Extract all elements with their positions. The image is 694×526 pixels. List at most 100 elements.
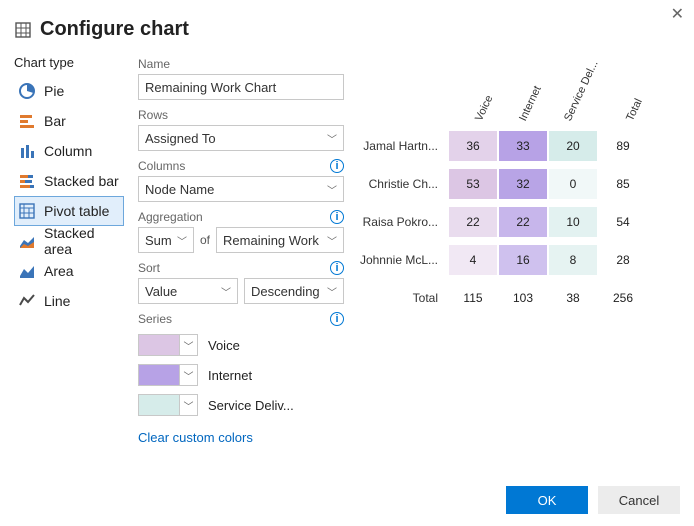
pivot-row-label: Johnnie McL... — [358, 253, 448, 267]
series-item: ﹀ Voice — [138, 330, 344, 360]
aggregation-func-select[interactable]: Sum﹀ — [138, 227, 194, 253]
chart-type-stacked-bar[interactable]: Stacked bar — [14, 166, 124, 196]
series-color-picker[interactable]: ﹀ — [138, 334, 198, 356]
stacked-bar-icon — [18, 172, 36, 190]
chart-type-label: Stacked bar — [44, 173, 119, 189]
pivot-col-header: Service Del... — [548, 77, 598, 127]
rows-label: Rows — [138, 108, 344, 122]
column-icon — [18, 142, 36, 160]
pivot-col-header: Total — [598, 77, 648, 127]
pivot-cell: 22 — [498, 206, 548, 238]
pivot-total-cell: 115 — [448, 282, 498, 314]
pivot-cell: 36 — [448, 130, 498, 162]
pivot-col-header: Voice — [448, 77, 498, 127]
chevron-down-icon: ﹀ — [184, 398, 194, 413]
series-item: ﹀ Service Deliv... — [138, 390, 344, 420]
pivot-row: Johnnie McL...416828 — [358, 241, 680, 279]
chart-icon — [14, 21, 32, 39]
aggregation-of-label: of — [200, 233, 210, 247]
pivot-cell: 0 — [548, 168, 598, 200]
chevron-down-icon: ﹀ — [184, 338, 194, 353]
series-color-picker[interactable]: ﹀ — [138, 364, 198, 386]
pivot-col-header: Internet — [498, 77, 548, 127]
aggregation-field-select[interactable]: Remaining Work﹀ — [216, 227, 344, 253]
chart-type-label: Bar — [44, 113, 66, 129]
pivot-cell: 32 — [498, 168, 548, 200]
close-button[interactable]: ✕ — [671, 4, 684, 24]
info-icon[interactable]: i — [330, 312, 344, 326]
ok-button[interactable]: OK — [506, 486, 588, 514]
bar-icon — [18, 112, 36, 130]
pivot-column-headers: VoiceInternetService Del...Total — [358, 77, 680, 127]
chart-type-label: Line — [44, 293, 70, 309]
chart-type-stacked-area[interactable]: Stacked area — [14, 226, 124, 256]
series-name: Voice — [208, 338, 240, 353]
pivot-row-label: Christie Ch... — [358, 177, 448, 191]
columns-select[interactable]: Node Name ﹀ — [138, 176, 344, 202]
pivot-cell: 22 — [448, 206, 498, 238]
chart-type-sidebar: Chart type Pie Bar Column Stacked bar Pivot … — [14, 49, 124, 445]
config-form: Name Rows Assigned To ﹀ Columns i Node N… — [138, 49, 344, 445]
info-icon[interactable]: i — [330, 210, 344, 224]
chart-type-label: Chart type — [14, 55, 124, 70]
series-name: Internet — [208, 368, 252, 383]
pivot-cell: 33 — [498, 130, 548, 162]
cancel-button[interactable]: Cancel — [598, 486, 680, 514]
chart-type-label: Stacked area — [44, 225, 120, 257]
name-label: Name — [138, 57, 344, 71]
chart-type-label: Area — [44, 263, 74, 279]
pivot-total-cell: 103 — [498, 282, 548, 314]
chart-type-column[interactable]: Column — [14, 136, 124, 166]
pivot-row: Christie Ch...5332085 — [358, 165, 680, 203]
chevron-down-icon: ﹀ — [177, 233, 187, 248]
clear-custom-colors-link[interactable]: Clear custom colors — [138, 430, 344, 445]
series-name: Service Deliv... — [208, 398, 294, 413]
pivot-row-total: 54 — [598, 206, 648, 238]
pivot-total-cell: 38 — [548, 282, 598, 314]
info-icon[interactable]: i — [330, 261, 344, 275]
dialog-title: Configure chart — [40, 18, 189, 41]
pivot-total-label: Total — [358, 291, 448, 305]
series-item: ﹀ Internet — [138, 360, 344, 390]
dialog-header: Configure chart — [0, 0, 694, 49]
chart-type-pie[interactable]: Pie — [14, 76, 124, 106]
pivot-cell: 4 — [448, 244, 498, 276]
name-input[interactable] — [138, 74, 344, 100]
sort-direction-select[interactable]: Descending﹀ — [244, 278, 344, 304]
chevron-down-icon: ﹀ — [327, 233, 337, 248]
chevron-down-icon: ﹀ — [327, 284, 337, 299]
chart-type-label: Pie — [44, 83, 64, 99]
aggregation-label: Aggregation i — [138, 210, 344, 224]
pivot-row-total: 85 — [598, 168, 648, 200]
pie-icon — [18, 82, 36, 100]
chart-type-pivot-table[interactable]: Pivot table — [14, 196, 124, 226]
pivot-cell: 20 — [548, 130, 598, 162]
chevron-down-icon: ﹀ — [327, 182, 337, 197]
pivot-row-label: Jamal Hartn... — [358, 139, 448, 153]
chevron-down-icon: ﹀ — [327, 131, 337, 146]
series-color-picker[interactable]: ﹀ — [138, 394, 198, 416]
pivot-row-label: Raisa Pokro... — [358, 215, 448, 229]
rows-select[interactable]: Assigned To ﹀ — [138, 125, 344, 151]
stacked-area-icon — [18, 232, 36, 250]
pivot-row: Jamal Hartn...36332089 — [358, 127, 680, 165]
area-icon — [18, 262, 36, 280]
chevron-down-icon: ﹀ — [184, 368, 194, 383]
chart-preview: VoiceInternetService Del...TotalJamal Ha… — [358, 49, 680, 445]
line-icon — [18, 292, 36, 310]
columns-label: Columns i — [138, 159, 344, 173]
pivot-cell: 16 — [498, 244, 548, 276]
chart-type-bar[interactable]: Bar — [14, 106, 124, 136]
chart-type-line[interactable]: Line — [14, 286, 124, 316]
pivot-row: Raisa Pokro...22221054 — [358, 203, 680, 241]
pivot-total-row: Total11510338256 — [358, 279, 680, 317]
chevron-down-icon: ﹀ — [221, 284, 231, 299]
chart-type-area[interactable]: Area — [14, 256, 124, 286]
pivot-table-icon — [18, 202, 36, 220]
pivot-cell: 53 — [448, 168, 498, 200]
pivot-row-total: 28 — [598, 244, 648, 276]
chart-type-label: Pivot table — [44, 203, 109, 219]
sort-field-select[interactable]: Value﹀ — [138, 278, 238, 304]
info-icon[interactable]: i — [330, 159, 344, 173]
dialog-footer: OK Cancel — [506, 486, 680, 514]
